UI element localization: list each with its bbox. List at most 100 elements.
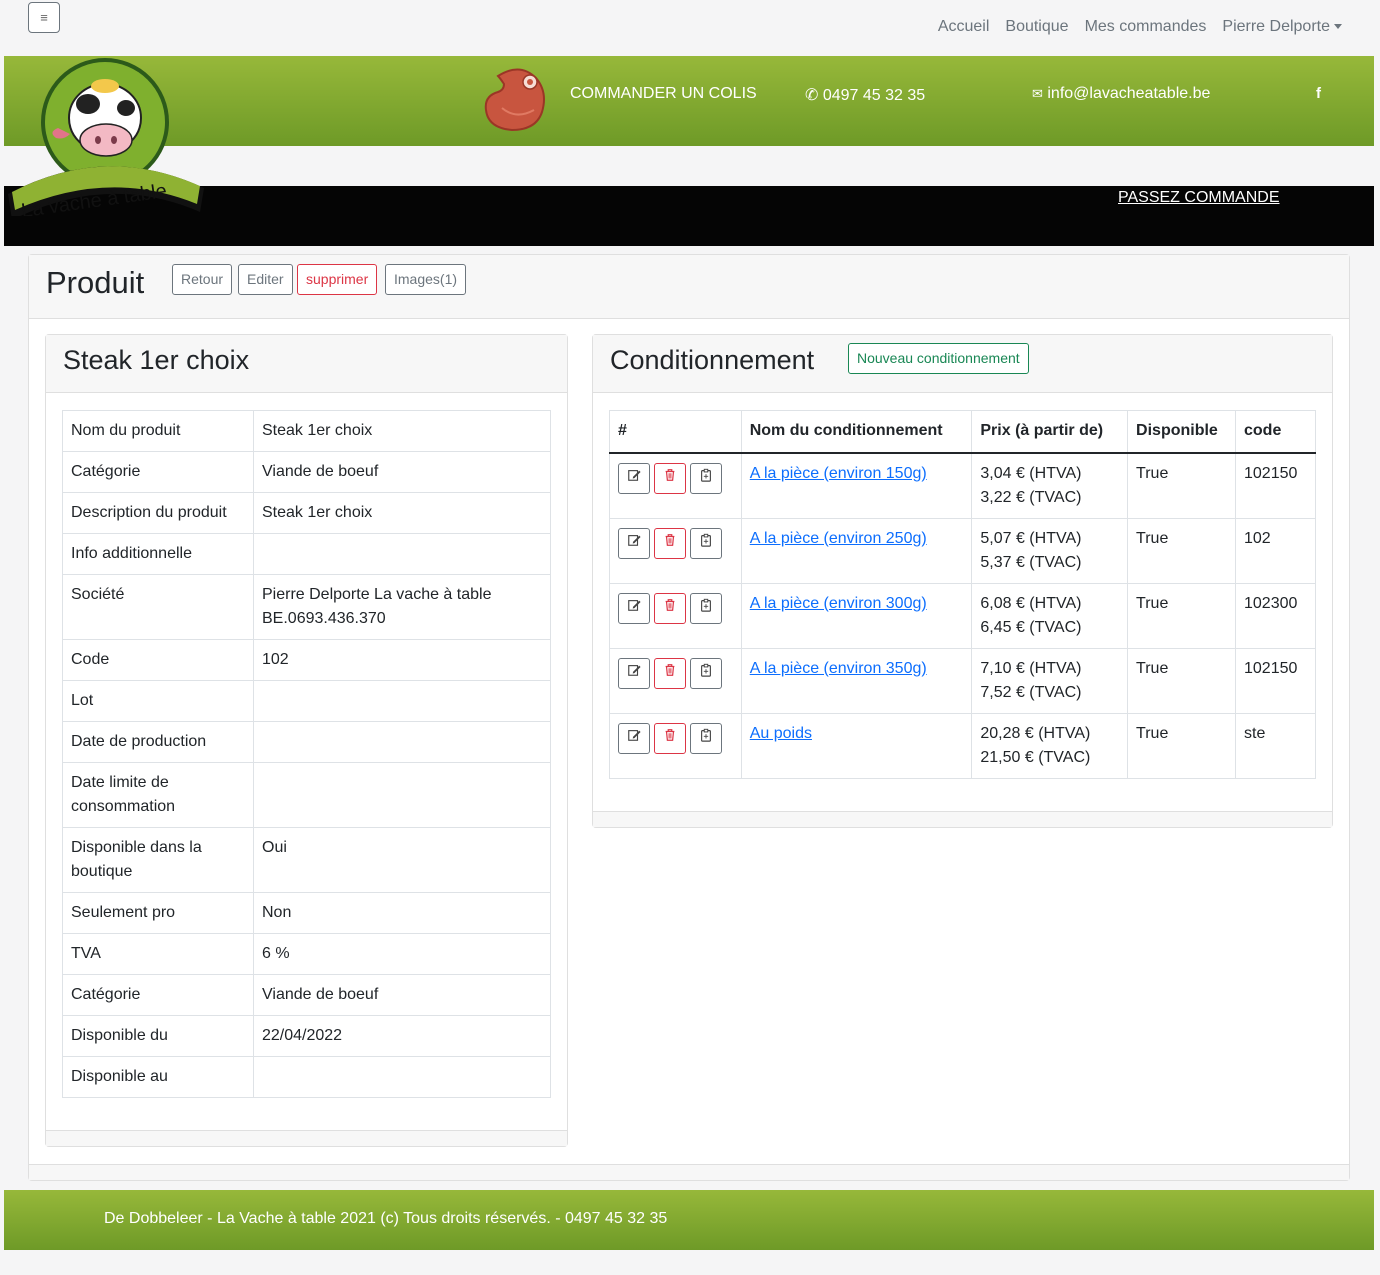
product-details-card: Steak 1er choix Nom du produit Steak 1er … xyxy=(45,334,568,1147)
edit-packaging-button[interactable] xyxy=(618,722,650,754)
price-tvac: 5,37 € (TVAC) xyxy=(980,553,1082,571)
packaging-name-link[interactable]: A la pièce (environ 250g) xyxy=(750,530,927,547)
product-details-footer xyxy=(46,1130,567,1146)
product-info-label: Date limite de consommation xyxy=(62,762,254,828)
steak-icon[interactable] xyxy=(484,64,556,136)
product-info-value xyxy=(253,762,551,828)
product-info-label: Nom du produit xyxy=(62,410,254,452)
packaging-code-cell: 102150 xyxy=(1235,647,1316,714)
packaging-available-cell: True xyxy=(1127,452,1236,519)
price-tvac: 21,50 € (TVAC) xyxy=(980,748,1091,766)
product-info-label: Disponible dans la boutique xyxy=(62,827,254,893)
edit-button[interactable]: Editer xyxy=(238,264,293,295)
duplicate-packaging-button[interactable] xyxy=(690,462,722,494)
hamburger-icon: ≡ xyxy=(40,10,48,25)
packaging-row: A la pièce (environ 300g) 6,08 € (HTVA) 6,… xyxy=(609,582,1316,649)
price-tvac: 7,52 € (TVAC) xyxy=(980,683,1082,701)
delete-packaging-button[interactable] xyxy=(654,592,686,624)
nav-links: Accueil Boutique Mes commandes Pierre De… xyxy=(938,18,1342,36)
packaging-name-link[interactable]: A la pièce (environ 150g) xyxy=(750,465,927,482)
menu-toggle-button[interactable]: ≡ xyxy=(28,2,60,33)
facebook-icon[interactable]: f xyxy=(1316,85,1321,102)
order-now-link[interactable]: PASSEZ COMMANDE xyxy=(1118,189,1280,207)
delete-packaging-button[interactable] xyxy=(654,527,686,559)
product-info-value: 102 xyxy=(253,639,551,681)
product-card-footer xyxy=(29,1164,1349,1180)
packaging-price-cell: 3,04 € (HTVA) 3,22 € (TVAC) xyxy=(971,452,1129,519)
edit-icon xyxy=(627,726,641,750)
edit-packaging-button[interactable] xyxy=(618,527,650,559)
clipboard-icon xyxy=(699,726,713,750)
product-info-row: Info additionnelle xyxy=(62,533,551,575)
email-link[interactable]: ✉ info@lavacheatable.be xyxy=(1032,85,1210,103)
packaging-code-cell: 102300 xyxy=(1235,582,1316,649)
new-packaging-button[interactable]: Nouveau conditionnement xyxy=(848,343,1029,374)
caret-down-icon xyxy=(1334,24,1342,30)
edit-icon xyxy=(627,596,641,620)
duplicate-packaging-button[interactable] xyxy=(690,657,722,689)
duplicate-packaging-button[interactable] xyxy=(690,527,722,559)
packaging-available-cell: True xyxy=(1127,712,1236,779)
edit-packaging-button[interactable] xyxy=(618,657,650,689)
product-info-label: Date de production xyxy=(62,721,254,763)
packaging-row: A la pièce (environ 150g) 3,04 € (HTVA) 3,… xyxy=(609,452,1316,519)
product-info-value xyxy=(253,1056,551,1098)
page-title: Produit xyxy=(46,265,145,300)
user-dropdown[interactable]: Pierre Delporte xyxy=(1222,18,1342,36)
product-info-label: Disponible au xyxy=(62,1056,254,1098)
images-button[interactable]: Images(1) xyxy=(385,264,467,295)
product-info-row: Lot xyxy=(62,680,551,722)
product-info-label: Lot xyxy=(62,680,254,722)
delete-packaging-button[interactable] xyxy=(654,657,686,689)
row-actions xyxy=(609,647,742,714)
packaging-header: Conditionnement Nouveau conditionnement xyxy=(593,335,1332,393)
back-button[interactable]: Retour xyxy=(172,264,233,295)
cow-logo[interactable]: La vache à table xyxy=(2,56,210,216)
edit-icon xyxy=(627,531,641,555)
order-package-link[interactable]: COMMANDER UN COLIS xyxy=(570,85,757,103)
nav-link-mes-commandes[interactable]: Mes commandes xyxy=(1085,18,1207,36)
column-header-available: Disponible xyxy=(1127,410,1236,454)
nav-link-accueil[interactable]: Accueil xyxy=(938,18,990,36)
column-header-code: code xyxy=(1235,410,1316,454)
envelope-icon: ✉ xyxy=(1032,86,1043,101)
phone-link[interactable]: ✆ 0497 45 32 35 xyxy=(805,85,925,105)
packaging-name-cell: A la pièce (environ 300g) xyxy=(740,582,973,649)
product-info-row: Disponible au xyxy=(62,1056,551,1098)
product-info-row: Description du produit Steak 1er choix xyxy=(62,492,551,534)
trash-icon xyxy=(663,726,677,750)
price-htva: 3,04 € (HTVA) xyxy=(980,464,1082,482)
packaging-footer xyxy=(593,811,1332,827)
duplicate-packaging-button[interactable] xyxy=(690,592,722,624)
row-actions xyxy=(609,452,742,519)
product-info-row: Date limite de consommation xyxy=(62,762,551,828)
product-card-header: Produit Retour Editer supprimer Images(1… xyxy=(29,255,1349,319)
packaging-name-link[interactable]: A la pièce (environ 300g) xyxy=(750,595,927,612)
phone-icon: ✆ xyxy=(805,87,819,104)
product-info-label: TVA xyxy=(62,933,254,975)
packaging-name-link[interactable]: Au poids xyxy=(750,725,812,742)
product-info-label: Description du produit xyxy=(62,492,254,534)
nav-link-boutique[interactable]: Boutique xyxy=(1005,18,1068,36)
edit-packaging-button[interactable] xyxy=(618,462,650,494)
delete-packaging-button[interactable] xyxy=(654,722,686,754)
clipboard-icon xyxy=(699,466,713,490)
product-info-label: Catégorie xyxy=(62,974,254,1016)
edit-icon xyxy=(627,466,641,490)
product-info-label: Info additionnelle xyxy=(62,533,254,575)
delete-packaging-button[interactable] xyxy=(654,462,686,494)
delete-button[interactable]: supprimer xyxy=(297,264,378,295)
product-info-row: TVA 6 % xyxy=(62,933,551,975)
duplicate-packaging-button[interactable] xyxy=(690,722,722,754)
product-info-table: Nom du produit Steak 1er choix Catégorie Vi… xyxy=(62,410,551,1098)
column-header-name: Nom du conditionnement xyxy=(740,410,973,454)
packaging-available-cell: True xyxy=(1127,517,1236,584)
packaging-name-link[interactable]: A la pièce (environ 350g) xyxy=(750,660,927,677)
packaging-name-cell: Au poids xyxy=(740,712,973,779)
price-htva: 20,28 € (HTVA) xyxy=(980,724,1091,742)
price-htva: 5,07 € (HTVA) xyxy=(980,529,1082,547)
product-info-label: Société xyxy=(62,574,254,640)
edit-packaging-button[interactable] xyxy=(618,592,650,624)
clipboard-icon xyxy=(699,661,713,685)
product-info-value: Non xyxy=(253,892,551,934)
